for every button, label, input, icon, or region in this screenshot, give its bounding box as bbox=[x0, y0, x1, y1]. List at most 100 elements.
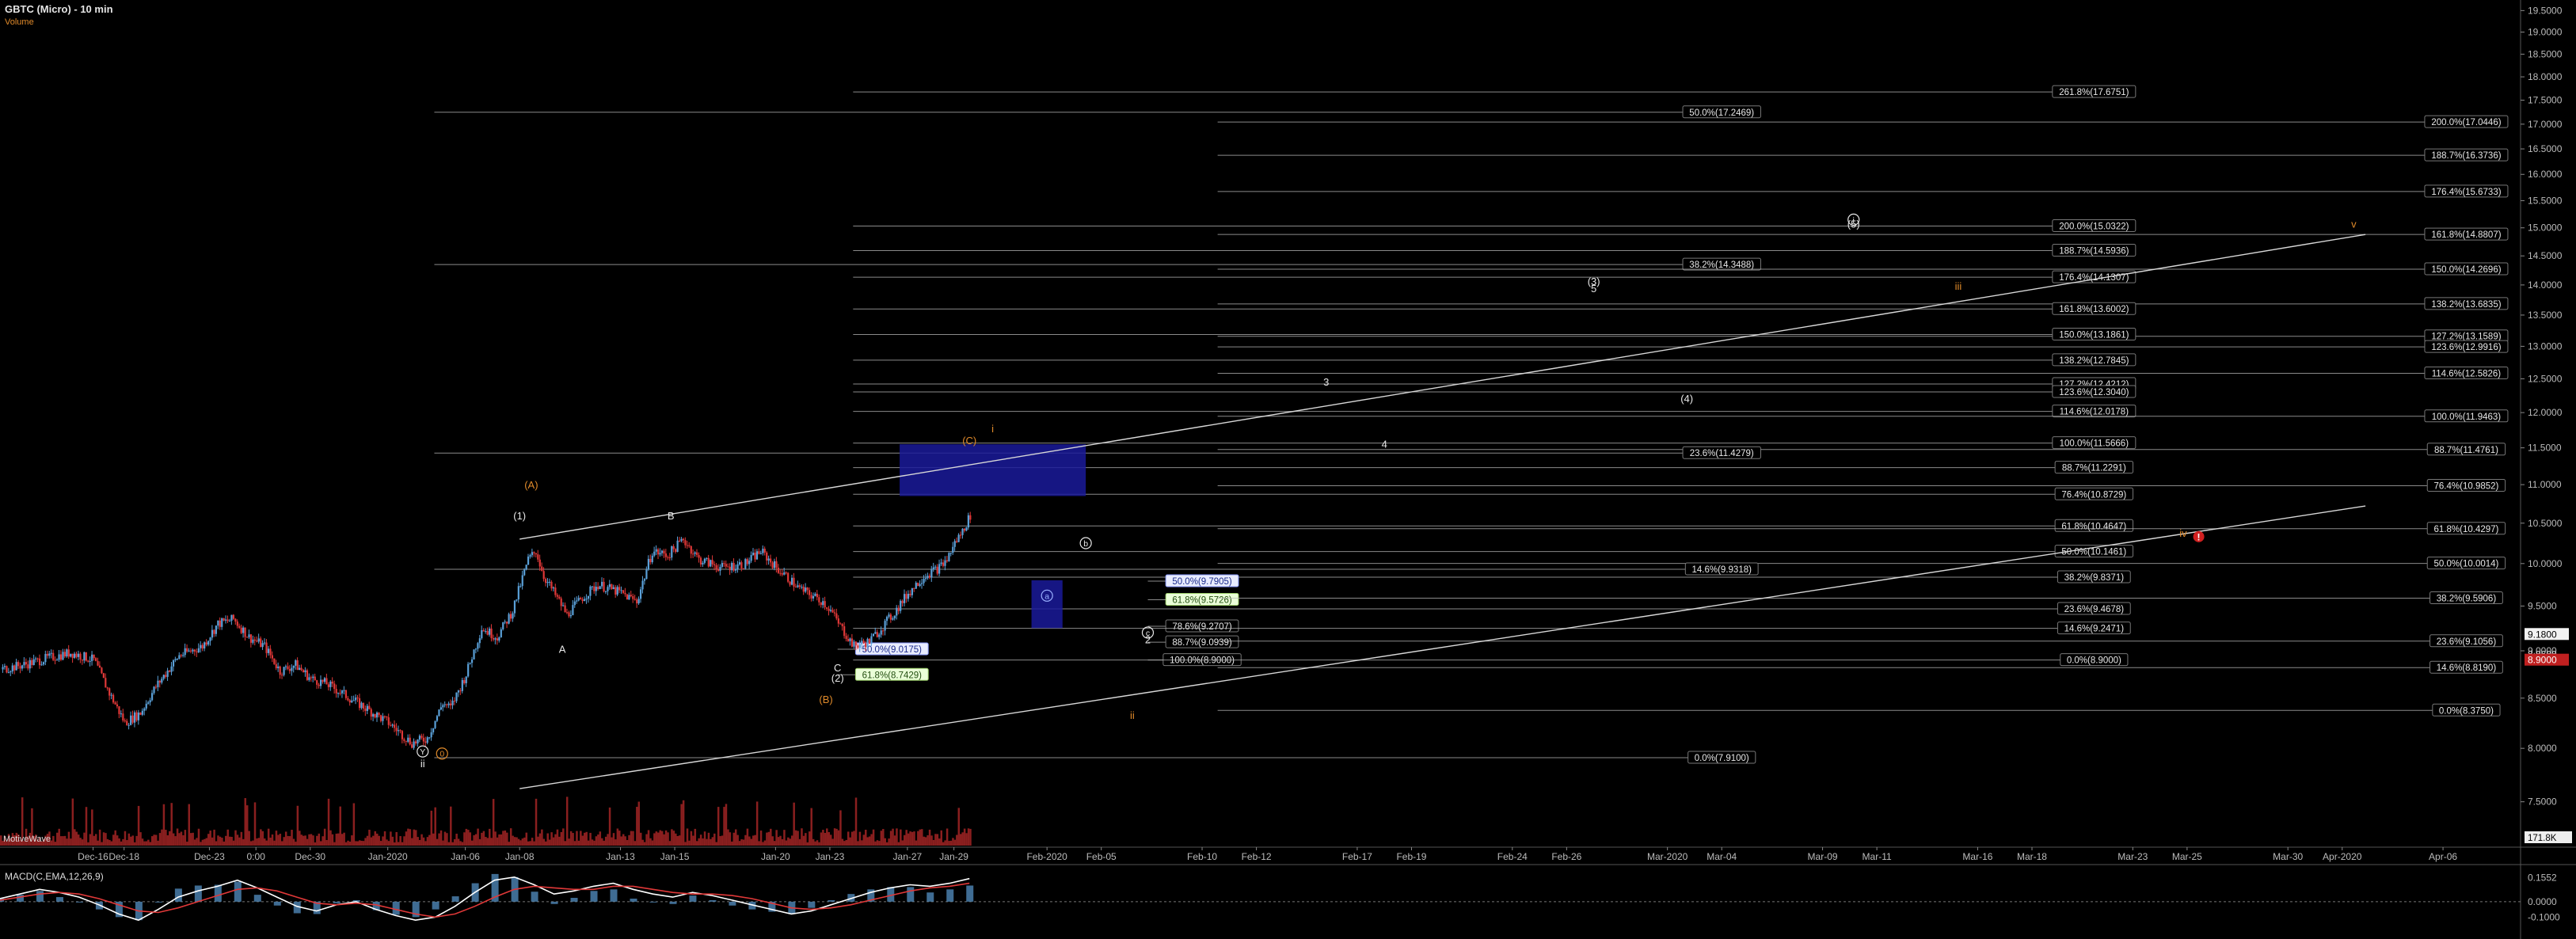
candle-body bbox=[343, 690, 345, 691]
candle-body bbox=[283, 667, 285, 675]
candle-body bbox=[885, 617, 888, 622]
y-tick-label: 19.5000 bbox=[2528, 5, 2563, 16]
volume-bar bbox=[622, 834, 625, 846]
volume-bar bbox=[238, 837, 241, 846]
candle-body bbox=[587, 595, 590, 599]
volume-bar bbox=[428, 834, 431, 846]
macd-histogram-bar bbox=[16, 895, 24, 902]
volume-bar bbox=[607, 834, 609, 846]
volume-bar bbox=[265, 840, 268, 846]
volume-bar bbox=[585, 831, 588, 846]
volume-bar bbox=[77, 834, 80, 846]
volume-bar bbox=[154, 834, 158, 846]
volume-bar bbox=[451, 842, 454, 846]
candle-body bbox=[325, 678, 328, 685]
volume-bar bbox=[624, 836, 626, 846]
volume-bar bbox=[608, 807, 611, 846]
candle-body bbox=[900, 600, 902, 611]
candle-body bbox=[763, 549, 766, 553]
volume-bar bbox=[157, 840, 159, 846]
volume-bar bbox=[752, 835, 755, 846]
volume-bar bbox=[485, 837, 487, 846]
candle-body bbox=[2, 667, 4, 670]
volume-bar bbox=[352, 803, 356, 846]
fib-level-label: 38.2%(9.5906) bbox=[2437, 595, 2497, 604]
volume-bar bbox=[577, 840, 580, 846]
candle-body bbox=[509, 614, 512, 619]
candle-body bbox=[601, 581, 603, 587]
volume-bar bbox=[915, 840, 918, 846]
fib-level-label: 114.6%(12.5826) bbox=[2432, 370, 2502, 379]
candle-body bbox=[967, 515, 969, 528]
volume-bar bbox=[102, 832, 105, 846]
volume-bar bbox=[942, 842, 945, 846]
volume-bar bbox=[184, 830, 187, 846]
candle-body bbox=[44, 653, 47, 663]
x-tick-label: Feb-17 bbox=[1342, 851, 1372, 862]
volume-bar bbox=[695, 841, 698, 846]
macd-histogram-bar bbox=[946, 889, 954, 902]
candle-body bbox=[438, 709, 440, 717]
chart-canvas[interactable]: 19.5000 19.0000 18.5000 18.0000 17.5000 17.00… bbox=[0, 0, 2576, 939]
volume-bar bbox=[767, 831, 771, 846]
fib-level-label: 14.6%(9.2471) bbox=[2064, 625, 2125, 634]
macd-histogram-bar bbox=[174, 888, 182, 902]
candle-body bbox=[798, 585, 801, 587]
candle-body bbox=[279, 666, 281, 675]
y-tick-label: 7.5000 bbox=[2528, 796, 2557, 808]
volume-bar bbox=[366, 835, 369, 846]
volume-bar bbox=[961, 832, 964, 846]
volume-bar bbox=[434, 807, 436, 846]
volume-bar bbox=[457, 838, 460, 846]
volume-bar bbox=[550, 832, 553, 846]
candle-body bbox=[318, 684, 320, 686]
candle-body bbox=[783, 572, 786, 575]
candle-body bbox=[252, 639, 254, 643]
volume-bar bbox=[858, 831, 862, 846]
candle-body bbox=[450, 703, 452, 705]
volume-bar bbox=[541, 829, 543, 846]
candle-body bbox=[913, 587, 915, 589]
candle-body bbox=[707, 557, 710, 567]
candle-body bbox=[787, 572, 790, 582]
volume-bar bbox=[106, 838, 109, 846]
volume-bar bbox=[703, 831, 706, 846]
volume-bar bbox=[711, 837, 714, 846]
candle-body bbox=[207, 641, 210, 645]
candle-body bbox=[636, 599, 638, 604]
wave-label: ii bbox=[420, 758, 425, 770]
candle-body bbox=[927, 576, 929, 579]
candle-body bbox=[529, 555, 531, 557]
candle-body bbox=[302, 670, 305, 673]
volume-bar bbox=[494, 831, 497, 846]
volume-bar bbox=[634, 841, 637, 846]
volume-bar bbox=[438, 833, 440, 846]
volume-bar bbox=[447, 842, 451, 846]
volume-bar bbox=[182, 834, 185, 846]
candle-body bbox=[296, 660, 299, 671]
candle-body bbox=[814, 593, 816, 596]
volume-bar bbox=[781, 838, 784, 846]
x-tick-label: Jan-06 bbox=[451, 851, 480, 862]
x-tick-label: Apr-2020 bbox=[2323, 851, 2362, 862]
candle-body bbox=[494, 638, 497, 640]
candle-body bbox=[200, 644, 202, 648]
candle-body bbox=[248, 634, 250, 637]
volume-bar bbox=[223, 841, 226, 846]
volume-bar bbox=[186, 842, 188, 846]
candle-body bbox=[48, 653, 51, 656]
volume-bar bbox=[453, 838, 456, 846]
candle-body bbox=[752, 553, 755, 556]
candle-body bbox=[102, 673, 105, 679]
volume-bar bbox=[706, 838, 708, 846]
volume-bar bbox=[944, 840, 946, 846]
volume-bar bbox=[257, 838, 261, 846]
volume-bar bbox=[153, 834, 155, 846]
wave-circle-label: i bbox=[1853, 215, 1855, 225]
volume-bar bbox=[758, 841, 760, 846]
candle-body bbox=[265, 642, 268, 653]
volume-bar bbox=[486, 838, 489, 846]
candle-body bbox=[750, 555, 752, 561]
candle-body bbox=[335, 689, 337, 694]
volume-bar bbox=[439, 830, 443, 846]
